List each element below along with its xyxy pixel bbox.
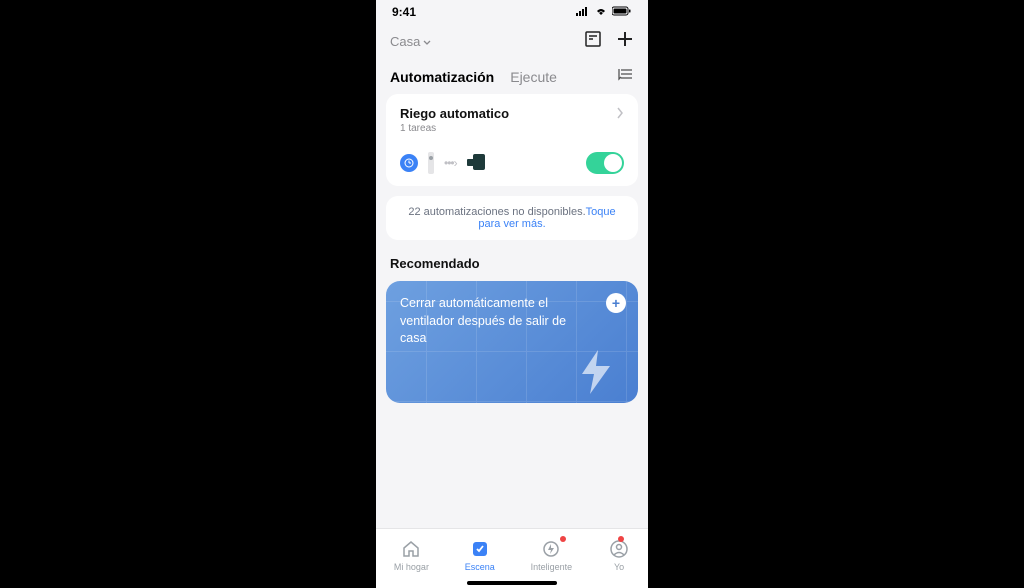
plus-icon[interactable] [616,30,634,53]
home-dropdown[interactable]: Casa [390,34,431,49]
home-name: Casa [390,34,420,49]
recommended-header: Recomendado [390,256,634,271]
chevron-down-icon [423,34,431,49]
automation-flow: •••› [400,152,489,174]
tab-home[interactable]: Mi hogar [394,538,429,572]
header-actions [584,30,634,53]
info-text: 22 automatizaciones no disponibles. [408,206,585,218]
wifi-icon [594,5,608,19]
top-tabs: Automatización Ejecute [376,57,648,94]
tab-smart-label: Inteligente [531,562,573,572]
automation-card[interactable]: Riego automatico 1 tareas •••› [386,94,638,186]
scene-icon [469,538,491,560]
sort-icon[interactable] [618,67,634,86]
bottom-tabbar: Mi hogar Escena Inteligente Yo [376,528,648,588]
tab-me[interactable]: Yo [608,538,630,572]
home-icon [400,538,422,560]
automation-title: Riego automatico [400,106,509,121]
content-scroll[interactable]: Riego automatico 1 tareas •••› [376,94,648,528]
recommendation-card[interactable]: Cerrar automáticamente el ventilador des… [386,281,638,403]
home-indicator [467,581,557,585]
automation-subtitle: 1 tareas [400,123,509,134]
status-indicators [576,5,632,19]
tab-home-label: Mi hogar [394,562,429,572]
valve-device-icon [467,152,489,174]
badge-dot [618,536,624,542]
signal-icon [576,5,590,19]
tab-scene-label: Escena [465,562,495,572]
schedule-icon [400,154,418,172]
bolt-icon [576,348,616,401]
tab-automation[interactable]: Automatización [390,69,494,85]
header: Casa [376,24,648,57]
list-icon[interactable] [584,30,602,53]
phone-frame: 9:41 Casa [376,0,648,588]
chevron-right-icon [616,106,624,124]
tab-scene[interactable]: Escena [465,538,495,572]
automation-toggle[interactable] [586,152,624,174]
status-bar: 9:41 [376,0,648,24]
badge-dot [560,536,566,542]
tab-execute[interactable]: Ejecute [510,69,557,85]
add-recommendation-button[interactable]: + [606,293,626,313]
tab-me-label: Yo [614,562,624,572]
sensor-device-icon [428,152,434,174]
flow-arrow-icon: •••› [444,156,457,170]
status-time: 9:41 [392,5,416,19]
smart-icon [540,538,562,560]
unavailable-info[interactable]: 22 automatizaciones no disponibles.Toque… [386,196,638,240]
tab-smart[interactable]: Inteligente [531,538,573,572]
battery-icon [612,5,632,19]
